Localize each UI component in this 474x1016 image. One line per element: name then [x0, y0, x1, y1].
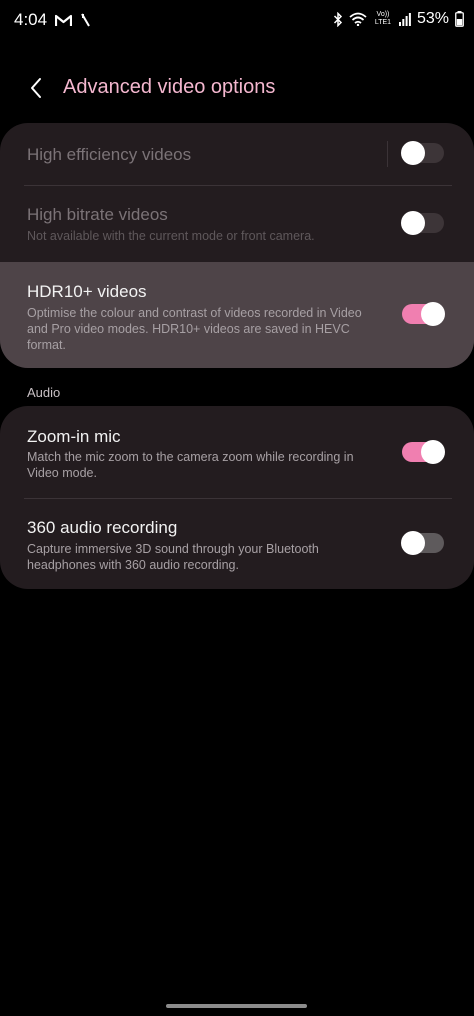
- battery-percent: 53%: [416, 10, 449, 27]
- cellular-signal-icon: [398, 12, 411, 26]
- status-bar-right: Vo)) LTE1 53%: [333, 10, 464, 28]
- bluetooth-icon: [333, 11, 343, 27]
- toggle-knob: [401, 531, 425, 555]
- hdr10-toggle[interactable]: [402, 302, 445, 326]
- status-bar: 4:04 Vo)) LTE1 53%: [0, 0, 474, 44]
- gmail-icon: [55, 14, 73, 27]
- wifi-icon: [349, 12, 367, 26]
- setting-description: Not available with the current mode or f…: [27, 229, 315, 243]
- setting-high-efficiency-videos[interactable]: High efficiency videos: [0, 123, 474, 185]
- setting-description: Optimise the colour and contrast of vide…: [27, 306, 362, 352]
- audio-360-toggle[interactable]: [401, 531, 444, 555]
- chevron-left-icon: [29, 77, 43, 99]
- audio-settings-card: Zoom-in mic Match the mic zoom to the ca…: [0, 406, 474, 589]
- status-time: 4:04: [14, 10, 48, 29]
- page-title: Advanced video options: [63, 76, 276, 98]
- high-efficiency-toggle[interactable]: [401, 141, 444, 165]
- setting-zoom-in-mic[interactable]: Zoom-in mic Match the mic zoom to the ca…: [0, 406, 474, 498]
- setting-high-bitrate-videos[interactable]: High bitrate videos Not available with t…: [0, 185, 474, 262]
- back-button[interactable]: [20, 72, 52, 104]
- volte-line1: Vo)): [376, 11, 390, 18]
- setting-title: 360 audio recording: [27, 518, 178, 537]
- section-label-audio: Audio: [27, 385, 61, 400]
- setting-hdr10-videos[interactable]: HDR10+ videos Optimise the colour and co…: [0, 262, 474, 368]
- video-settings-card: High efficiency videos High bitrate vide…: [0, 123, 474, 368]
- toggle-knob: [421, 302, 445, 326]
- setting-title: Zoom-in mic: [27, 427, 121, 446]
- toggle-knob: [421, 440, 445, 464]
- volte-line2: LTE1: [374, 19, 392, 26]
- setting-title: HDR10+ videos: [27, 282, 147, 301]
- signal-off-icon: [80, 13, 91, 27]
- app-header: Advanced video options: [0, 62, 474, 114]
- vertical-divider: [387, 141, 388, 167]
- setting-360-audio-recording[interactable]: 360 audio recording Capture immersive 3D…: [0, 498, 474, 589]
- battery-icon: [455, 11, 464, 27]
- zoom-in-mic-toggle[interactable]: [402, 440, 445, 464]
- volte-icon: Vo)) LTE1: [373, 11, 393, 27]
- setting-title: High bitrate videos: [27, 205, 168, 224]
- toggle-knob: [401, 211, 425, 235]
- setting-description: Capture immersive 3D sound through your …: [27, 542, 319, 572]
- high-bitrate-toggle[interactable]: [401, 211, 444, 235]
- setting-title: High efficiency videos: [27, 145, 192, 164]
- status-bar-left: 4:04: [14, 10, 91, 30]
- navigation-handle[interactable]: [166, 1004, 307, 1008]
- setting-description: Match the mic zoom to the camera zoom wh…: [27, 450, 354, 480]
- toggle-knob: [401, 141, 425, 165]
